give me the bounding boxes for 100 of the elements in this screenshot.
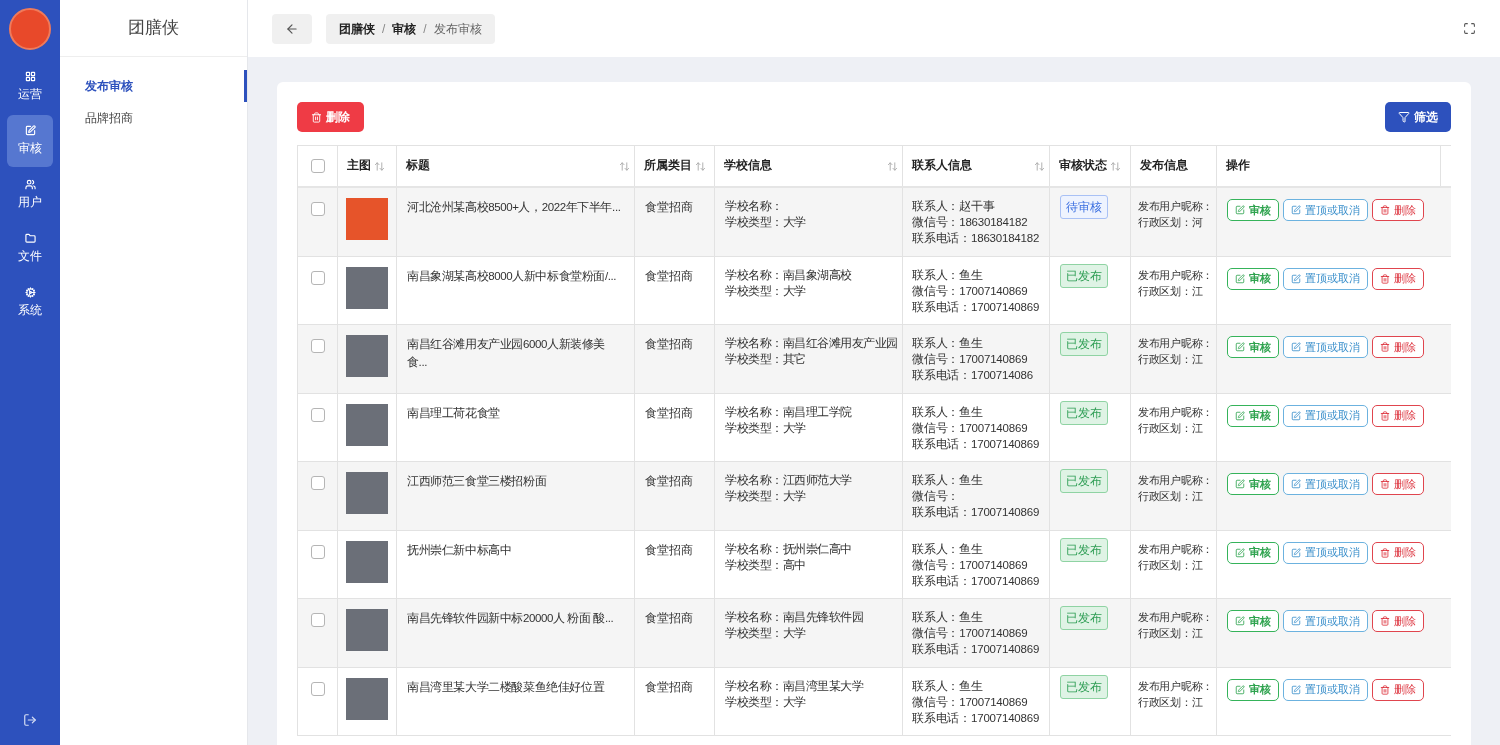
sort-icon[interactable] xyxy=(1034,160,1045,172)
row-action-button[interactable]: 删除 xyxy=(1372,473,1424,495)
row-action-button[interactable]: 置顶或取消 xyxy=(1283,678,1368,701)
row-action-button[interactable]: 审核 xyxy=(1227,473,1279,495)
row-action-button[interactable]: 删除 xyxy=(1372,336,1424,358)
sidebar-item[interactable]: 品牌招商 xyxy=(60,102,247,134)
row-action-button[interactable]: 置顶或取消 xyxy=(1283,199,1368,221)
breadcrumb-separator: / xyxy=(382,20,386,38)
sidebar-title: 团膳侠 xyxy=(60,0,247,57)
row-checkbox[interactable] xyxy=(310,407,325,422)
title-cell: 南昌红谷滩用友产业园6000人新装修美食... xyxy=(407,338,605,369)
row-action-button[interactable]: 审核 xyxy=(1227,404,1279,427)
users-icon xyxy=(24,179,36,190)
publish-info-line: 发布用户昵称： xyxy=(1138,404,1213,420)
contact-info-line: 微信号：17007140869 xyxy=(912,283,1028,299)
status-badge: 已发布 xyxy=(1060,332,1108,356)
nav-rail-item[interactable]: 文件 xyxy=(7,223,53,275)
sort-icon[interactable] xyxy=(1110,160,1121,172)
row-action-button[interactable]: 置顶或取消 xyxy=(1283,336,1368,358)
row-checkbox[interactable] xyxy=(310,613,325,627)
row-checkbox[interactable] xyxy=(310,339,325,353)
row-checkbox[interactable] xyxy=(310,544,325,559)
category-cell: 食堂招商 xyxy=(645,542,693,557)
title-cell: 南昌湾里某大学二楼酸菜鱼绝佳好位置 xyxy=(407,680,605,693)
row-action-button[interactable]: 置顶或取消 xyxy=(1283,473,1368,495)
category-cell: 食堂招商 xyxy=(645,405,693,420)
contact-info-line: 联系电话：17007140869 xyxy=(912,642,1040,657)
publish-info-line: 行政区划：江 xyxy=(1138,420,1203,436)
status-badge: 已发布 xyxy=(1060,263,1108,288)
row-action-button[interactable]: 置顶或取消 xyxy=(1283,541,1368,564)
nav-rail-item[interactable]: 审核 xyxy=(7,115,53,167)
column-header[interactable]: 主图 xyxy=(338,146,397,186)
delete-button[interactable]: 删除 xyxy=(297,102,364,132)
publish-info-line: 发布用户昵称： xyxy=(1138,199,1213,214)
breadcrumb-item[interactable]: 审核 xyxy=(392,19,417,38)
row-action-button[interactable]: 删除 xyxy=(1372,541,1424,564)
contact-info-line: 联系人：鱼生 xyxy=(912,404,983,420)
contact-info-line: 联系人：鱼生 xyxy=(912,336,983,351)
sort-icon[interactable] xyxy=(887,160,898,172)
back-button[interactable] xyxy=(272,13,312,44)
publish-info-line: 行政区划：江 xyxy=(1138,489,1203,504)
row-action-button[interactable]: 置顶或取消 xyxy=(1283,267,1368,290)
column-header[interactable]: 学校信息 xyxy=(715,146,903,186)
trash-icon xyxy=(1380,616,1390,626)
row-action-button[interactable]: 删除 xyxy=(1372,267,1424,290)
school-info-line: 学校名称：江西师范大学 xyxy=(725,472,853,488)
photo-placeholder xyxy=(346,403,388,446)
row-checkbox[interactable] xyxy=(310,681,325,696)
status-badge: 已发布 xyxy=(1060,537,1108,562)
column-header[interactable]: 联系人信息 xyxy=(903,146,1050,186)
row-action-button[interactable]: 审核 xyxy=(1227,267,1279,290)
fullscreen-icon[interactable] xyxy=(1463,22,1476,35)
breadcrumb-item[interactable]: 团膳侠 xyxy=(339,19,375,38)
category-cell: 食堂招商 xyxy=(645,337,693,351)
row-action-button[interactable]: 置顶或取消 xyxy=(1283,610,1368,632)
logout-icon[interactable] xyxy=(23,713,37,727)
row-action-button[interactable]: 审核 xyxy=(1227,678,1279,701)
nav-rail-item[interactable]: 系统 xyxy=(7,277,53,329)
edit-icon xyxy=(1235,684,1245,695)
trash-icon xyxy=(311,111,322,123)
publish-info-line: 行政区划：江 xyxy=(1138,352,1203,367)
trash-icon xyxy=(1380,205,1390,215)
gear-icon xyxy=(24,287,36,298)
sort-icon[interactable] xyxy=(619,160,630,172)
row-action-button[interactable]: 审核 xyxy=(1227,610,1279,632)
row-action-button[interactable]: 审核 xyxy=(1227,336,1279,358)
photo-placeholder xyxy=(346,266,388,309)
filter-button[interactable]: 筛选 xyxy=(1385,102,1451,132)
publish-info-line: 发布用户昵称： xyxy=(1138,267,1213,283)
row-checkbox[interactable] xyxy=(310,476,325,490)
row-action-button[interactable]: 删除 xyxy=(1372,404,1424,427)
nav-rail-item[interactable]: 运营 xyxy=(7,61,53,113)
row-checkbox[interactable] xyxy=(310,159,325,173)
contact-info-line: 联系电话：17007140869 xyxy=(912,710,1040,726)
edit-icon xyxy=(1291,547,1301,558)
row-action-button[interactable]: 删除 xyxy=(1372,678,1424,701)
edit-icon xyxy=(1235,479,1245,489)
row-action-button[interactable]: 删除 xyxy=(1372,610,1424,632)
contact-info-line: 微信号：18630184182 xyxy=(912,215,1028,230)
column-header[interactable]: 标题 xyxy=(397,146,635,186)
column-header[interactable]: 审核状态 xyxy=(1050,146,1131,186)
column-header[interactable]: 所属类目 xyxy=(635,146,715,186)
row-checkbox[interactable] xyxy=(310,202,325,216)
school-info-line: 学校类型：高中 xyxy=(725,556,807,573)
row-action-button[interactable]: 审核 xyxy=(1227,199,1279,221)
breadcrumb-item: 发布审核 xyxy=(433,20,482,38)
row-action-button[interactable]: 置顶或取消 xyxy=(1283,404,1368,427)
row-action-button[interactable]: 删除 xyxy=(1372,199,1424,221)
photo-placeholder xyxy=(346,677,388,720)
contact-info-line: 联系电话：17007140869 xyxy=(912,436,1040,452)
school-info-line: 学校名称：南昌先锋软件园 xyxy=(725,609,864,625)
contact-info-line: 联系电话：17007140869 xyxy=(912,299,1040,315)
contact-info-line: 联系人：鱼生 xyxy=(912,267,983,283)
row-action-button[interactable]: 审核 xyxy=(1227,541,1279,564)
status-badge: 待审核 xyxy=(1060,195,1108,219)
sort-icon[interactable] xyxy=(374,160,385,172)
sort-icon[interactable] xyxy=(695,160,706,172)
edit-icon xyxy=(24,125,36,136)
row-checkbox[interactable] xyxy=(310,270,325,285)
nav-rail-item[interactable]: 用户 xyxy=(7,169,53,221)
